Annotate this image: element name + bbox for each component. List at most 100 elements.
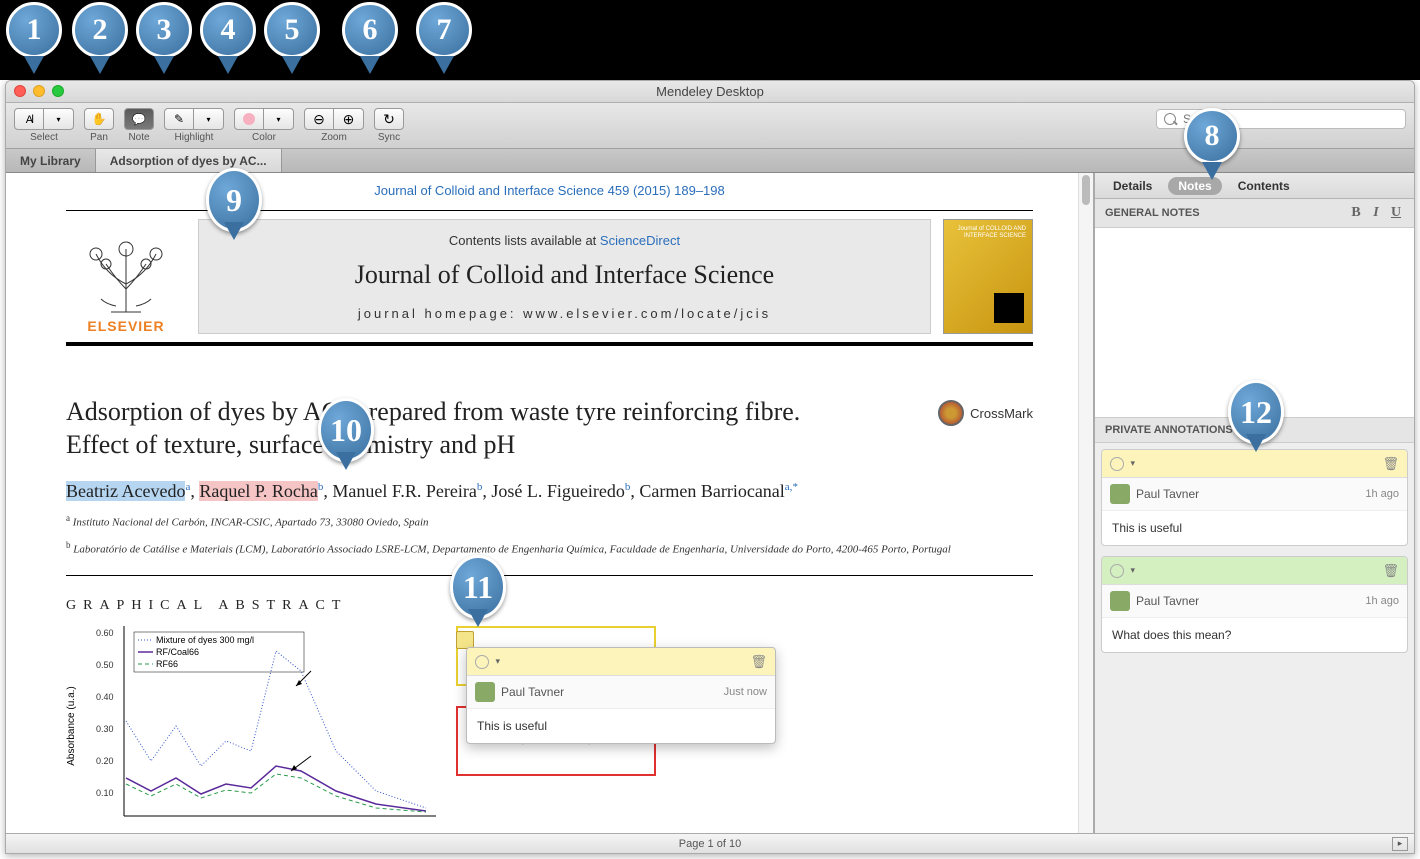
svg-text:0.30: 0.30 <box>96 724 114 734</box>
crossmark-icon <box>938 400 964 426</box>
graphical-abstract-heading: GRAPHICAL ABSTRACT <box>66 598 1033 614</box>
affiliation-b: b Laboratório de Catálise e Materiais (L… <box>66 539 1033 558</box>
color-swatch-icon <box>243 113 255 125</box>
sticky-note-popup[interactable]: 🗑 Paul Tavner Just now This is useful <box>466 647 776 744</box>
elsevier-label: ELSEVIER <box>87 318 164 334</box>
tab-my-library[interactable]: My Library <box>6 149 96 172</box>
zoom-out-icon <box>313 111 325 128</box>
panel-tab-notes[interactable]: Notes <box>1168 177 1221 195</box>
hand-icon <box>92 112 107 126</box>
maximize-window-button[interactable] <box>52 85 64 97</box>
avatar <box>1110 484 1130 504</box>
annotation-timestamp: 1h ago <box>1365 595 1399 607</box>
status-bar: Page 1 of 10 ▸ <box>6 833 1414 853</box>
annotation-card[interactable]: 🗑 Paul Tavner 1h ago What does this mean… <box>1101 556 1408 653</box>
zoom-label: Zoom <box>321 132 347 143</box>
bold-button[interactable]: B <box>1348 205 1364 221</box>
color-label: Color <box>252 132 276 143</box>
delete-annotation-button[interactable]: 🗑 <box>1382 456 1399 472</box>
avatar <box>475 682 495 702</box>
general-notes-heading: GENERAL NOTES <box>1105 207 1200 219</box>
note-body[interactable]: This is useful <box>467 709 775 743</box>
search-input[interactable] <box>1156 109 1406 129</box>
select-label: Select <box>30 132 58 143</box>
pan-button[interactable] <box>84 108 114 130</box>
chevron-down-icon: ▾ <box>56 115 60 124</box>
affiliation-a: a Instituto Nacional del Carbón, INCAR-C… <box>66 512 1033 531</box>
annotation-timestamp: 1h ago <box>1365 488 1399 500</box>
sync-label: Sync <box>378 132 400 143</box>
svg-text:0.40: 0.40 <box>96 692 114 702</box>
avatar <box>1110 591 1130 611</box>
general-notes-textarea[interactable] <box>1095 228 1414 418</box>
note-button[interactable] <box>124 108 154 130</box>
svg-text:0.60: 0.60 <box>96 628 114 638</box>
panel-tab-contents[interactable]: Contents <box>1228 177 1300 195</box>
zoom-in-button[interactable] <box>334 108 364 130</box>
delete-annotation-button[interactable]: 🗑 <box>1382 563 1399 579</box>
journal-title: Journal of Colloid and Interface Science <box>355 260 774 290</box>
journal-cover: Journal of COLLOID AND INTERFACE SCIENCE <box>943 219 1033 334</box>
journal-reference-link[interactable]: Journal of Colloid and Interface Science… <box>66 183 1033 198</box>
tab-document[interactable]: Adsorption of dyes by AC... <box>96 149 282 172</box>
minimize-window-button[interactable] <box>33 85 45 97</box>
sync-button[interactable] <box>374 108 404 130</box>
select-button[interactable] <box>14 108 44 130</box>
titlebar: Mendeley Desktop <box>6 81 1414 103</box>
color-button[interactable] <box>234 108 264 130</box>
italic-button[interactable]: I <box>1368 205 1384 221</box>
absorbance-chart: Absorbance (u.a.) 0.600.500.400.300.200.… <box>66 626 436 826</box>
window-title: Mendeley Desktop <box>656 84 764 99</box>
journal-homepage: journal homepage: www.elsevier.com/locat… <box>358 306 771 321</box>
pdf-scrollbar[interactable] <box>1078 173 1093 853</box>
side-panel: Details Notes Contents GENERAL NOTES B I… <box>1094 173 1414 853</box>
journal-banner: Contents lists available at ScienceDirec… <box>198 219 931 334</box>
panel-toggle-button[interactable]: ▸ <box>1392 837 1408 851</box>
panel-tab-details[interactable]: Details <box>1103 177 1162 195</box>
pdf-viewer[interactable]: Journal of Colloid and Interface Science… <box>6 173 1094 853</box>
zoom-in-icon <box>343 111 355 128</box>
zoom-out-button[interactable] <box>304 108 334 130</box>
annotation-body[interactable]: This is useful <box>1102 511 1407 545</box>
publisher-logo: ELSEVIER <box>66 219 186 334</box>
note-icon <box>132 113 146 126</box>
annotation-author: Paul Tavner <box>1136 487 1199 501</box>
select-dropdown[interactable]: ▾ <box>44 108 74 130</box>
highlight-icon <box>174 112 184 126</box>
highlight-label: Highlight <box>175 132 214 143</box>
underline-button[interactable]: U <box>1388 205 1404 221</box>
highlight-dropdown[interactable]: ▾ <box>194 108 224 130</box>
highlight-blue[interactable]: Beatriz Acevedo <box>66 481 185 501</box>
search-box <box>1156 109 1406 129</box>
note-author: Paul Tavner <box>501 685 564 699</box>
select-icon <box>26 113 32 126</box>
chevron-down-icon: ▾ <box>206 115 210 124</box>
close-window-button[interactable] <box>14 85 26 97</box>
sync-icon <box>383 111 395 128</box>
delete-note-button[interactable]: 🗑 <box>750 654 767 670</box>
annotation-color-picker[interactable] <box>1110 457 1124 471</box>
note-label: Note <box>128 132 149 143</box>
crossmark-badge[interactable]: CrossMark <box>938 400 1033 426</box>
svg-text:RF66: RF66 <box>156 659 178 669</box>
elsevier-tree-icon <box>76 234 176 314</box>
svg-text:0.20: 0.20 <box>96 756 114 766</box>
private-annotations-heading: PRIVATE ANNOTATIONS <box>1105 424 1233 436</box>
paper-title: Adsorption of dyes by ACs prepared from … <box>66 396 918 461</box>
annotation-card[interactable]: 🗑 Paul Tavner 1h ago This is useful <box>1101 449 1408 546</box>
highlight-button[interactable] <box>164 108 194 130</box>
annotation-body[interactable]: What does this mean? <box>1102 618 1407 652</box>
page-indicator: Page 1 of 10 <box>679 838 741 850</box>
svg-text:RF/Coal66: RF/Coal66 <box>156 647 199 657</box>
svg-text:0.10: 0.10 <box>96 788 114 798</box>
highlight-pink[interactable]: Raquel P. Rocha <box>199 481 318 501</box>
note-color-picker[interactable] <box>475 655 489 669</box>
color-dropdown[interactable]: ▾ <box>264 108 294 130</box>
annotation-color-picker[interactable] <box>1110 564 1124 578</box>
pan-label: Pan <box>90 132 108 143</box>
toolbar: ▾ Select Pan Note ▾ Highlight ▾ Color <box>6 103 1414 149</box>
svg-text:Mixture of dyes 300 mg/l: Mixture of dyes 300 mg/l <box>156 635 254 645</box>
sciencedirect-link[interactable]: ScienceDirect <box>600 233 680 248</box>
app-window: Mendeley Desktop ▾ Select Pan Note ▾ Hig… <box>5 80 1415 854</box>
authors-line: Beatriz Acevedoa, Raquel P. Rochab, Manu… <box>66 479 1033 504</box>
